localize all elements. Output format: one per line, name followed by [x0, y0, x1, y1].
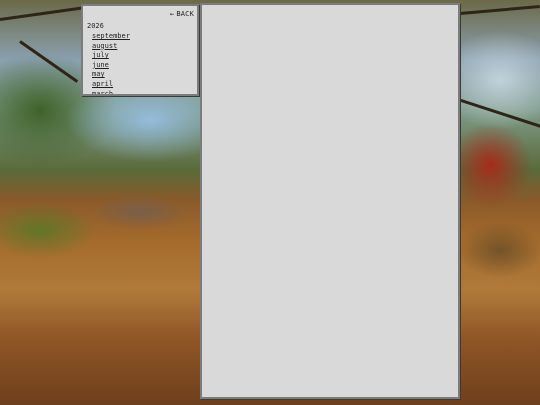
arrow-left-icon: ←: [169, 10, 175, 18]
month-link-august[interactable]: august: [92, 42, 130, 52]
content-window[interactable]: [200, 3, 460, 399]
archive-window: ← BACK 2026 september august july june ma…: [81, 4, 199, 96]
month-link-march[interactable]: march: [92, 90, 130, 94]
back-link[interactable]: ← BACK: [170, 10, 194, 18]
tree-branch: [19, 40, 79, 83]
month-link-june[interactable]: june: [92, 61, 130, 71]
month-link-may[interactable]: may: [92, 70, 130, 80]
month-link-july[interactable]: july: [92, 51, 130, 61]
tree-branch: [457, 98, 540, 129]
tree-branch: [459, 5, 540, 15]
archive-year: 2026: [87, 22, 104, 30]
month-link-april[interactable]: april: [92, 80, 130, 90]
month-list: september august july june may april mar…: [92, 32, 130, 94]
tree-branch: [0, 5, 90, 21]
month-link-september[interactable]: september: [92, 32, 130, 42]
back-label: BACK: [176, 10, 194, 18]
